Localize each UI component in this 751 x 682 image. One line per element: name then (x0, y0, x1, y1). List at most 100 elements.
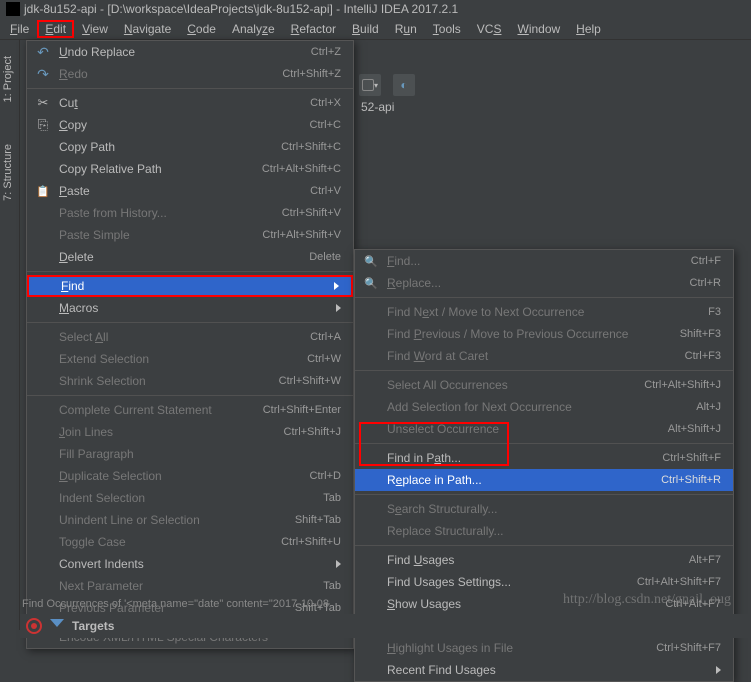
shortcut-label: Ctrl+Alt+Shift+V (262, 229, 341, 241)
blank-icon (35, 468, 51, 484)
edit-item-join-lines: Join LinesCtrl+Shift+J (27, 421, 353, 443)
menu-separator (27, 322, 353, 323)
sidebar-tab-structure[interactable]: 7: Structure (0, 138, 16, 207)
menu-separator (355, 443, 733, 444)
shortcut-label: Ctrl+Alt+Shift+J (644, 379, 721, 391)
shortcut-label: Ctrl+Shift+W (279, 375, 341, 387)
blank-icon (35, 490, 51, 506)
menu-item-label: Replace Structurally... (387, 524, 504, 538)
shortcut-label: Ctrl+C (310, 119, 341, 131)
menu-analyze[interactable]: Analyze (224, 20, 283, 38)
menu-item-label: Paste from History... (59, 206, 167, 220)
settings-icon[interactable]: ▾ (359, 74, 381, 96)
breadcrumb-item[interactable]: 52-api (355, 100, 394, 114)
edit-dropdown-menu: Undo ReplaceCtrl+ZRedoCtrl+Shift+Z CutCtr… (26, 40, 354, 649)
menu-separator (27, 271, 353, 272)
edit-item-copy-relative-path[interactable]: Copy Relative PathCtrl+Alt+Shift+C (27, 158, 353, 180)
edit-item-redo: RedoCtrl+Shift+Z (27, 63, 353, 85)
edit-item-delete[interactable]: DeleteDelete (27, 246, 353, 268)
edit-item-extend-selection: Extend SelectionCtrl+W (27, 348, 353, 370)
edit-item-copy-path[interactable]: Copy PathCtrl+Shift+C (27, 136, 353, 158)
menu-item-label: Complete Current Statement (59, 403, 212, 417)
blank-icon (363, 574, 379, 590)
blank-icon (363, 523, 379, 539)
nav-icon[interactable]: ◐ (393, 74, 415, 96)
edit-item-convert-indents[interactable]: Convert Indents (27, 553, 353, 575)
edit-item-undo-replace[interactable]: Undo ReplaceCtrl+Z (27, 41, 353, 63)
menu-separator (355, 494, 733, 495)
edit-item-fill-paragraph: Fill Paragraph (27, 443, 353, 465)
target-icon[interactable] (26, 618, 42, 634)
menu-item-label: Replace... (387, 276, 441, 290)
menu-item-label: Join Lines (59, 425, 113, 439)
shortcut-label: Ctrl+Shift+R (661, 474, 721, 486)
find-item-replace-in-path-[interactable]: Replace in Path... Ctrl+Shift+R (355, 469, 733, 491)
menu-item-label: Show Usages (387, 597, 461, 611)
menu-item-label: Next Parameter (59, 579, 143, 593)
blank-icon (363, 304, 379, 320)
menu-edit[interactable]: Edit (37, 20, 74, 38)
blank-icon (363, 377, 379, 393)
menu-vcs[interactable]: VCS (469, 20, 510, 38)
menu-tools[interactable]: Tools (425, 20, 469, 38)
menu-separator (27, 88, 353, 89)
find-item-find-usages[interactable]: Find UsagesAlt+F7 (355, 549, 733, 571)
menu-navigate[interactable]: Navigate (116, 20, 179, 38)
menu-window[interactable]: Window (509, 20, 568, 38)
edit-item-toggle-case: Toggle CaseCtrl+Shift+U (27, 531, 353, 553)
menu-item-label: Replace in Path... (387, 473, 482, 487)
find-item-find-in-path-[interactable]: Find in Path...Ctrl+Shift+F (355, 447, 733, 469)
menu-refactor[interactable]: Refactor (283, 20, 344, 38)
filter-icon[interactable] (50, 619, 64, 633)
shortcut-label: Ctrl+Shift+F7 (656, 642, 721, 654)
menu-item-label: Shrink Selection (59, 374, 146, 388)
menu-item-label: Find (61, 279, 84, 293)
edit-item-shrink-selection: Shrink Selection Ctrl+Shift+W (27, 370, 353, 392)
menu-build[interactable]: Build (344, 20, 387, 38)
menu-item-label: Find in Path... (387, 451, 461, 465)
blank-icon (363, 421, 379, 437)
undo-ico-icon (35, 44, 51, 60)
blank-icon (35, 534, 51, 550)
blank-icon (35, 446, 51, 462)
menu-item-label: Find Usages (387, 553, 454, 567)
shortcut-label: Ctrl+W (307, 353, 341, 365)
edit-item-find[interactable]: Find (27, 275, 353, 297)
replace-ico-icon (363, 275, 379, 291)
shortcut-label: F3 (708, 306, 721, 318)
menu-item-label: Find Usages Settings... (387, 575, 511, 589)
find-item-highlight-usages-in-file: Highlight Usages in FileCtrl+Shift+F7 (355, 637, 733, 659)
status-text: Find Occurrences of '<meta name="date" c… (22, 598, 329, 610)
bottom-bar: Targets (20, 614, 751, 638)
find-item-add-selection-for-next-occurrence: Add Selection for Next OccurrenceAlt+J (355, 396, 733, 418)
menu-item-label: Paste (59, 184, 90, 198)
sidebar-tab-project[interactable]: 1: Project (0, 50, 16, 108)
menu-code[interactable]: Code (179, 20, 224, 38)
edit-item-cut[interactable]: CutCtrl+X (27, 92, 353, 114)
edit-item-paste-simple: Paste SimpleCtrl+Alt+Shift+V (27, 224, 353, 246)
blank-icon (35, 227, 51, 243)
edit-item-next-parameter: Next ParameterTab (27, 575, 353, 597)
edit-item-complete-current-statement: Complete Current StatementCtrl+Shift+Ent… (27, 399, 353, 421)
menu-view[interactable]: View (74, 20, 116, 38)
blank-icon (363, 399, 379, 415)
redo-ico-icon (35, 66, 51, 82)
find-item-find-usages-settings-[interactable]: Find Usages Settings...Ctrl+Alt+Shift+F7 (355, 571, 733, 593)
menu-item-label: Search Structurally... (387, 502, 498, 516)
menu-item-label: Find... (387, 254, 420, 268)
edit-item-macros[interactable]: Macros (27, 297, 353, 319)
menu-help[interactable]: Help (568, 20, 609, 38)
edit-item-copy[interactable]: CopyCtrl+C (27, 114, 353, 136)
blank-icon (363, 348, 379, 364)
find-item-recent-find-usages[interactable]: Recent Find Usages (355, 659, 733, 681)
menu-separator (355, 545, 733, 546)
menu-run[interactable]: Run (387, 20, 425, 38)
menu-file[interactable]: File (2, 20, 37, 38)
app-icon (6, 2, 20, 16)
shortcut-label: Ctrl+F (691, 255, 721, 267)
menu-item-label: Macros (59, 301, 98, 315)
paste-ico-icon (35, 183, 51, 199)
edit-item-unindent-line-or-selection: Unindent Line or SelectionShift+Tab (27, 509, 353, 531)
edit-item-paste[interactable]: PasteCtrl+V (27, 180, 353, 202)
shortcut-label: Delete (309, 251, 341, 263)
